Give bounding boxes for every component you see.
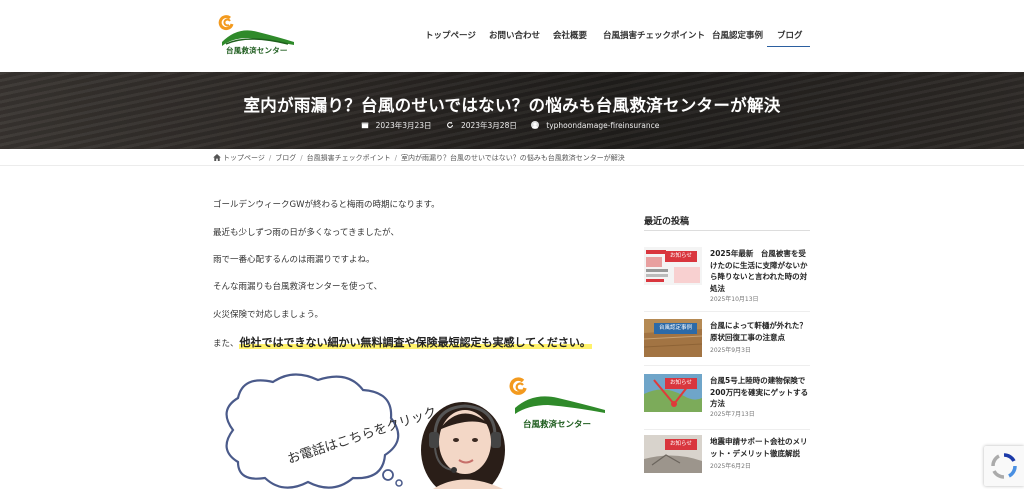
article-paragraph: ゴールデンウィークGWが終わると梅雨の時期になります。 [213,200,440,210]
post-thumbnail: お知らせ [644,374,702,412]
post-date: 2025年10月13日 [710,296,759,303]
post-title[interactable]: 2025年最新 台風被害を受けたのに生活に支障がないから降りないと言われた時の対… [710,248,810,294]
breadcrumb: トップページ / ブログ / 台風損害チェックポイント / 室内が雨漏り？台風のせいではない… [213,153,625,163]
breadcrumb-divider [0,165,1024,166]
page-title: 室内が雨漏り？台風のせいではない？の悩みも台風救済センターが解決 [243,96,781,115]
updated-date: 2023年3月28日 [446,121,523,130]
home-icon [213,154,221,161]
page-hero: 室内が雨漏り？台風のせいではない？の悩みも台風救済センターが解決 2023年3月… [0,72,1024,149]
post-thumbnail: お知らせ [644,247,702,285]
breadcrumb-current: 室内が雨漏り？台風のせいではない？の悩みも台風救済センターが解決 [400,154,625,162]
logo-text: 台風救済センター [226,46,288,55]
recent-post[interactable]: お知らせ 2025年最新 台風被害を受けたのに生活に支障がないから降りないと言わ… [644,247,810,303]
nav-item-contact[interactable]: お問い合わせ [489,29,540,41]
refresh-icon [447,121,453,128]
nav-active-indicator [767,46,810,47]
nav-item-company[interactable]: 会社概要 [553,29,587,41]
nav-item-blog[interactable]: ブログ [777,29,803,41]
published-date: 2023年3月23日 [361,121,438,130]
recaptcha-icon [991,453,1017,479]
recaptcha-badge[interactable] [984,446,1024,486]
recent-posts-title: 最近の投稿 [644,217,690,227]
article-paragraph: そんな雨漏りも台風救済センターを使って、 [213,282,383,292]
phone-call-banner[interactable]: お電話はこちらをクリック 台風救済センター [213,370,609,489]
lead-highlight: 他社ではできない細かい無料調査や保険最短認定も実感してください。 [238,336,592,349]
post-tag: お知らせ [665,251,697,262]
post-thumbnail: お知らせ [644,435,702,473]
post-title[interactable]: 台風5号上陸時の建物保険で200万円を確実にゲットする方法 [710,375,810,410]
article-lead: また、他社ではできない細かい無料調査や保険最短認定も実感してください。 [213,336,592,349]
post-thumbnail: 台風認定事例 [644,319,702,357]
breadcrumb-blog[interactable]: ブログ [275,154,296,162]
avatar-icon [531,121,540,129]
breadcrumb-home[interactable]: トップページ [223,154,265,162]
breadcrumb-category[interactable]: 台風損害チェックポイント [307,154,391,162]
recent-post[interactable]: お知らせ 地震申請サポート会社のメリット・デメリット徹底解説 2025年6月2日 [644,435,810,489]
site-header: 台風救済センター トップページ お問い合わせ 会社概要 台風損害チェックポイント… [0,0,1024,72]
article-paragraph: 最近も少しずつ雨の日が多くなってきましたが、 [213,228,399,238]
article-paragraph: 雨で一番心配するんのは雨漏りですよね。 [213,255,375,265]
post-date: 2025年7月13日 [710,411,755,418]
calendar-icon [361,122,368,129]
post-tag: 台風認定事例 [654,323,698,334]
nav-item-top[interactable]: トップページ [425,29,476,41]
banner-logo-text: 台風救済センター [523,419,591,430]
post-tag: お知らせ [665,439,697,450]
post-tag: お知らせ [665,378,697,389]
nav-item-cases[interactable]: 台風認定事例 [712,29,763,41]
recent-post[interactable]: お知らせ 台風5号上陸時の建物保険で200万円を確実にゲットする方法 2025年… [644,374,810,428]
banner-illustration: お電話はこちらをクリック 台風救済センター [225,373,605,489]
post-meta: 2023年3月23日 2023年3月28日 typhoondamage-fire… [0,120,1024,131]
post-date: 2025年6月2日 [710,463,751,470]
post-title[interactable]: 台風によって軒樋が外れた？原状回復工事の注意点 [710,320,810,343]
post-date: 2025年9月3日 [710,347,751,354]
author[interactable]: typhoondamage-fireinsurance [531,121,663,130]
post-title[interactable]: 地震申請サポート会社のメリット・デメリット徹底解説 [710,436,810,459]
article-paragraph: 火災保険で対応しましょう。 [213,310,323,320]
nav-item-checkpoints[interactable]: 台風損害チェックポイント [603,29,705,41]
site-logo[interactable]: 台風救済センター [218,12,300,58]
